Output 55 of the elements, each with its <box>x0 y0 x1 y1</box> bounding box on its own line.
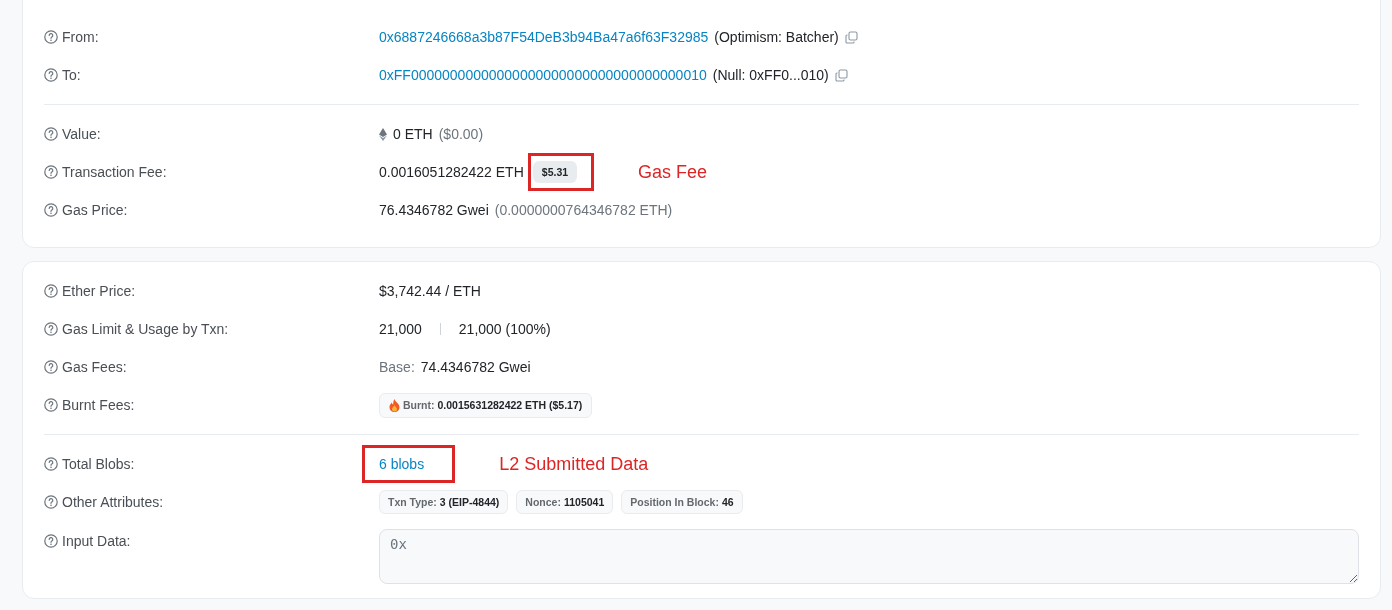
field-label: To: <box>62 67 81 83</box>
field-prefix: Base: <box>379 359 415 375</box>
badge-label: Position In Block: <box>630 496 719 508</box>
input-data-field[interactable]: 0x <box>379 529 1359 584</box>
annotation-label: Gas Fee <box>638 161 708 183</box>
address-tag: (Null: 0xFF0...010) <box>712 67 829 83</box>
field-label: Burnt Fees: <box>62 397 135 413</box>
badge-label: Burnt: <box>403 399 435 411</box>
help-icon <box>44 398 58 412</box>
help-icon <box>44 457 58 471</box>
help-icon <box>44 203 58 217</box>
badge-value: 46 <box>721 496 734 508</box>
copy-icon[interactable] <box>834 68 848 82</box>
field-value: 76.4346782 Gwei <box>379 202 489 218</box>
fee-value: 0.0016051282422 ETH <box>379 164 524 180</box>
field-label: Gas Fees: <box>62 359 127 375</box>
field-label: Value: <box>62 126 101 142</box>
field-label: Gas Limit & Usage by Txn: <box>62 321 229 337</box>
help-icon <box>44 534 58 548</box>
badge-value: 3 (EIP-4844) <box>439 496 500 508</box>
help-icon <box>44 30 58 44</box>
badge-label: Txn Type: <box>388 496 437 508</box>
field-label: Gas Price: <box>62 202 128 218</box>
field-label: Total Blobs: <box>62 456 135 472</box>
gas-usage: 21,000 (100%) <box>458 321 551 337</box>
field-label: From: <box>62 29 99 45</box>
usd-value: ($0.00) <box>438 126 484 142</box>
help-icon <box>44 127 58 141</box>
help-icon <box>44 68 58 82</box>
badge-value: 0.0015631282422 ETH ($5.17) <box>437 399 583 411</box>
field-value: $3,742.44 / ETH <box>379 283 481 299</box>
annotation-label: L2 Submitted Data <box>499 453 649 475</box>
field-note: (0.0000000764346782 ETH) <box>494 202 673 218</box>
field-label: Transaction Fee: <box>62 164 167 180</box>
badge-label: Nonce: <box>525 496 561 508</box>
field-label: Input Data: <box>62 533 131 549</box>
blobs-link[interactable]: 6 blobs <box>379 456 425 472</box>
help-icon <box>44 165 58 179</box>
ethereum-icon <box>379 127 387 141</box>
address-tag: (Optimism: Batcher) <box>714 29 839 45</box>
help-icon <box>44 360 58 374</box>
address-link[interactable]: 0x6887246668a3b87F54DeB3b94Ba47a6f63F32985 <box>379 29 709 45</box>
field-label: Ether Price: <box>62 283 136 299</box>
help-icon <box>44 495 58 509</box>
flame-icon <box>389 398 400 412</box>
help-icon <box>44 284 58 298</box>
copy-icon[interactable] <box>844 30 858 44</box>
field-value: 74.4346782 Gwei <box>420 359 531 375</box>
field-label: Other Attributes: <box>62 494 164 510</box>
gas-limit: 21,000 <box>379 321 422 337</box>
usd-badge: $5.31 <box>532 161 578 183</box>
address-link[interactable]: 0xFF00000000000000000000000000000000000010 <box>379 67 707 83</box>
badge-value: 1105041 <box>563 496 605 508</box>
help-icon <box>44 322 58 336</box>
amount-value: 0 ETH <box>393 126 433 142</box>
